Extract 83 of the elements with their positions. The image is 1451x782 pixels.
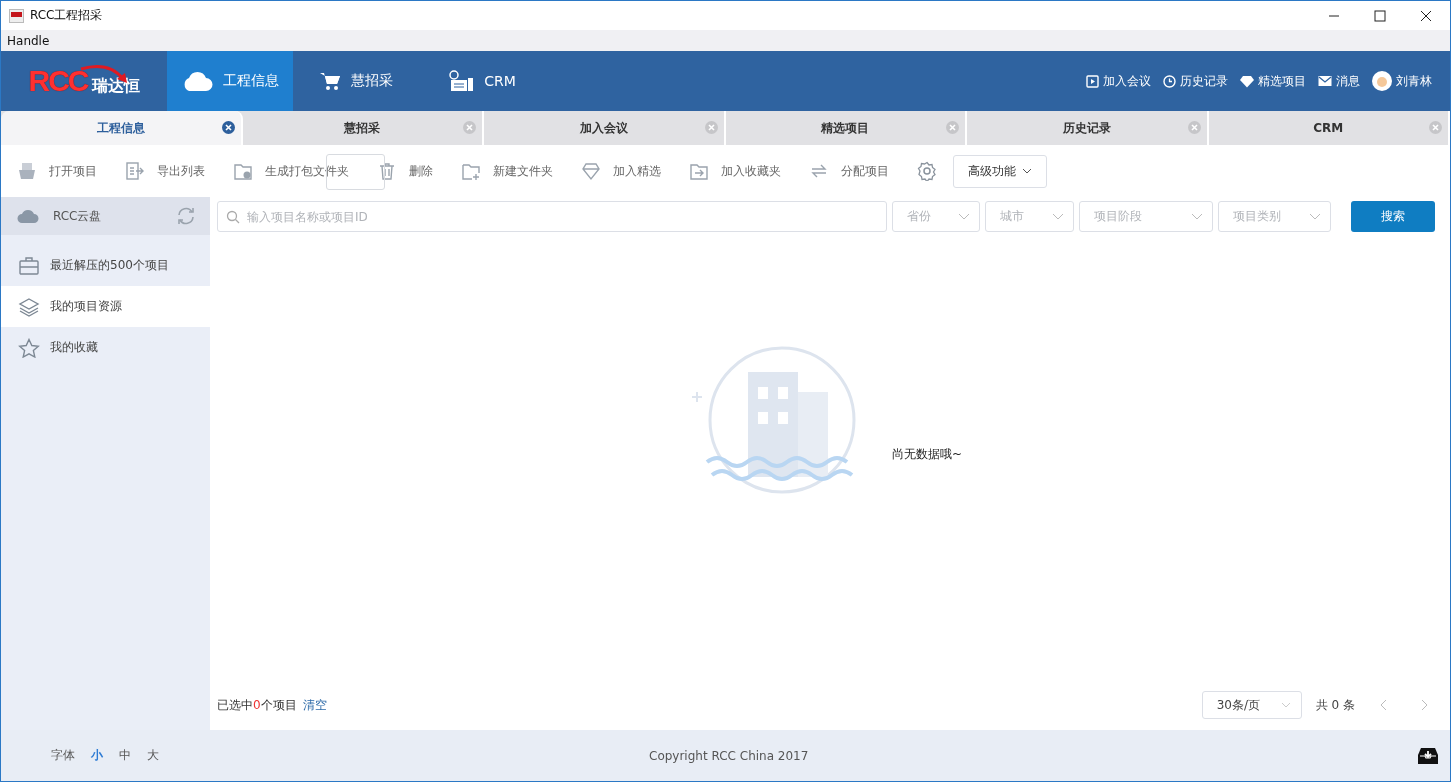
tab[interactable]: 工程信息	[1, 111, 243, 145]
total-count: 共 0 条	[1315, 696, 1355, 714]
play-icon	[1086, 74, 1099, 88]
tab-label[interactable]: 慧招采	[344, 119, 381, 137]
cloud-icon	[17, 208, 39, 224]
avatar-icon	[1372, 71, 1392, 91]
nav-link[interactable]: 精选项目	[1240, 72, 1306, 90]
refresh-icon[interactable]	[176, 206, 196, 226]
font-size-option[interactable]: 中	[119, 747, 131, 764]
briefcase-icon	[18, 255, 40, 276]
copyright-text: Copyright RCC China 2017	[649, 748, 809, 763]
tab-label[interactable]: 加入会议	[579, 119, 628, 137]
search-icon	[226, 210, 240, 224]
tab-label[interactable]: CRM	[1313, 121, 1344, 135]
toolbar-button[interactable]: 删除	[377, 161, 433, 181]
trash-icon	[377, 161, 397, 181]
clear-link[interactable]: 清空	[302, 696, 327, 714]
menu-item[interactable]: Handle	[7, 33, 50, 48]
toolbar-button[interactable]: 分配项目	[809, 161, 889, 181]
toolbar-button[interactable]: 打开项目	[17, 161, 97, 181]
new-folder-icon	[461, 161, 481, 181]
tab[interactable]: 精选项目	[725, 111, 967, 145]
chevron-down-icon	[1052, 213, 1064, 220]
toolbar-button[interactable]: 加入收藏夹	[689, 161, 781, 181]
brand-logo: RCC	[28, 64, 88, 98]
nav-tab[interactable]: 工程信息	[167, 51, 293, 111]
tab[interactable]: 加入会议	[484, 111, 726, 145]
chevron-down-icon	[1191, 213, 1203, 220]
brand-name: 瑞达恒	[91, 75, 140, 97]
previous-page-icon[interactable]	[1379, 699, 1387, 711]
toolbar-button[interactable]: 加入精选	[581, 161, 661, 181]
sidebar-item[interactable]: 我的项目资源	[1, 286, 210, 327]
selection-count: 已选中0个项目	[217, 696, 297, 714]
maximize-icon[interactable]	[1374, 9, 1386, 22]
user-menu[interactable]: 刘青林	[1372, 71, 1432, 91]
sidebar-item[interactable]: 最近解压的500个项目	[1, 245, 210, 286]
tab[interactable]: CRM	[1208, 111, 1450, 145]
close-icon[interactable]	[1420, 9, 1432, 22]
tab-label[interactable]: 精选项目	[821, 119, 870, 137]
tray-icon	[17, 161, 37, 181]
tab-label[interactable]: 工程信息	[96, 119, 145, 137]
tab[interactable]: 慧招采	[242, 111, 484, 145]
desk-icon	[448, 70, 475, 92]
search-field[interactable]: 输入项目名称或项目ID	[217, 201, 887, 232]
search-button[interactable]: 搜索	[1351, 201, 1435, 232]
diamond-icon	[581, 161, 601, 181]
nav-link[interactable]: 消息	[1318, 72, 1360, 90]
tooltip	[326, 154, 385, 190]
layers-icon	[18, 296, 40, 317]
toolbar-button[interactable]: 新建文件夹	[461, 161, 553, 181]
cart-icon	[319, 70, 341, 92]
page-size-dropdown[interactable]: 30条/页	[1201, 691, 1302, 719]
close-icon[interactable]	[221, 121, 235, 134]
export-icon	[125, 161, 145, 181]
font-size-label: 字体	[51, 747, 75, 764]
nav-link[interactable]: 加入会议	[1086, 72, 1151, 90]
folder-arrow-icon	[689, 161, 709, 181]
tab[interactable]: 历史记录	[967, 111, 1209, 145]
font-size-option[interactable]: 小	[91, 747, 103, 764]
settings-icon[interactable]	[917, 161, 937, 181]
nav-link[interactable]: 历史记录	[1163, 72, 1228, 90]
sidebar-item[interactable]: 我的收藏	[1, 327, 210, 368]
nav-tab[interactable]: 慧招采	[293, 51, 419, 111]
empty-message: 尚无数据哦~	[892, 446, 963, 463]
chevron-down-icon	[958, 213, 970, 220]
window-title: RCC工程招采	[30, 7, 103, 24]
star-icon	[18, 337, 40, 358]
toolbar-button[interactable]: 导出列表	[125, 161, 205, 181]
chevron-down-icon	[1280, 702, 1291, 708]
sidebar-header[interactable]: RCC云盘	[1, 197, 210, 235]
next-page-icon[interactable]	[1421, 699, 1429, 711]
clock-icon	[1163, 74, 1176, 88]
inbox-icon[interactable]	[1418, 747, 1438, 764]
advanced-dropdown[interactable]: 高级功能	[953, 154, 1047, 188]
nav-tab[interactable]: CRM	[419, 51, 545, 111]
mail-icon	[1318, 75, 1332, 87]
folder-check-icon	[233, 161, 253, 181]
font-size-option[interactable]: 大	[147, 747, 159, 764]
chevron-down-icon	[1309, 213, 1321, 220]
app-icon	[9, 8, 24, 23]
diamond-icon	[1240, 74, 1254, 88]
tab-label[interactable]: 历史记录	[1062, 119, 1111, 137]
chevron-down-icon	[1022, 168, 1032, 174]
